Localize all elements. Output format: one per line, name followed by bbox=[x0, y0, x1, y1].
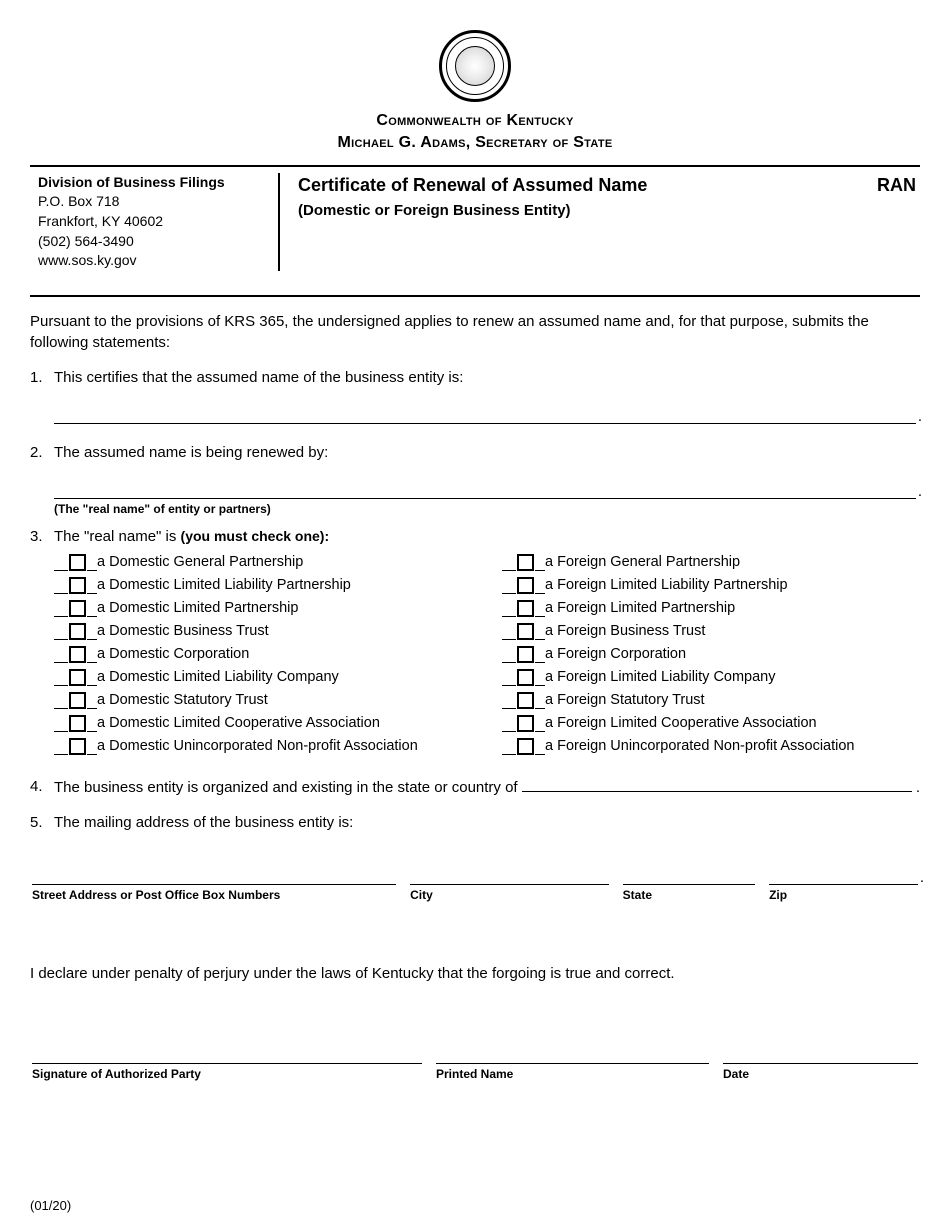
signature-label: Signature of Authorized Party bbox=[32, 1066, 422, 1083]
checkbox-label: a Foreign Statutory Trust bbox=[545, 690, 705, 710]
item-text-3: The "real name" is (you must check one): bbox=[54, 526, 920, 547]
checkbox-foreign-general-partnership[interactable] bbox=[517, 554, 534, 571]
checkbox-foreign-llp[interactable] bbox=[517, 577, 534, 594]
item-number-2: 2. bbox=[30, 442, 54, 463]
division-phone: (502) 564-3490 bbox=[38, 232, 266, 252]
street-label: Street Address or Post Office Box Number… bbox=[32, 887, 396, 904]
commonwealth-heading: Commonwealth of Kentucky bbox=[30, 110, 920, 132]
checkbox-label: a Domestic Corporation bbox=[97, 644, 249, 664]
foreign-column: a Foreign General Partnership a Foreign … bbox=[502, 551, 920, 758]
item-text-1: This certifies that the assumed name of … bbox=[54, 367, 920, 388]
street-address-field[interactable] bbox=[32, 865, 396, 885]
declaration-text: I declare under penalty of perjury under… bbox=[30, 963, 920, 984]
checkbox-label: a Domestic Limited Partnership bbox=[97, 598, 298, 618]
item-text-3-note: (you must check one): bbox=[181, 528, 330, 544]
checkbox-label: a Domestic Statutory Trust bbox=[97, 690, 268, 710]
zip-label: Zip bbox=[769, 887, 918, 904]
checkbox-domestic-corporation[interactable] bbox=[69, 646, 86, 663]
printed-name-field[interactable] bbox=[436, 1044, 709, 1064]
checkbox-foreign-statutory-trust[interactable] bbox=[517, 692, 534, 709]
city-field[interactable] bbox=[410, 865, 609, 885]
state-seal bbox=[30, 30, 920, 102]
checkbox-label: a Domestic Limited Liability Company bbox=[97, 667, 339, 687]
checkbox-domestic-lp[interactable] bbox=[69, 600, 86, 617]
item-number-1: 1. bbox=[30, 367, 54, 388]
division-address-block: Division of Business Filings P.O. Box 71… bbox=[30, 173, 280, 271]
checkbox-foreign-corporation[interactable] bbox=[517, 646, 534, 663]
checkbox-label: a Domestic Business Trust bbox=[97, 621, 269, 641]
item-text-5: The mailing address of the business enti… bbox=[54, 812, 920, 833]
state-field[interactable] bbox=[623, 865, 755, 885]
seal-icon bbox=[439, 30, 511, 102]
city-label: City bbox=[410, 887, 609, 904]
item-text-4: The business entity is organized and exi… bbox=[54, 777, 518, 798]
checkbox-foreign-lp[interactable] bbox=[517, 600, 534, 617]
division-pobox: P.O. Box 718 bbox=[38, 192, 266, 212]
checkbox-label: a Domestic Limited Cooperative Associati… bbox=[97, 713, 380, 733]
checkbox-label: a Foreign Limited Cooperative Associatio… bbox=[545, 713, 817, 733]
checkbox-label: a Foreign Limited Liability Company bbox=[545, 667, 776, 687]
checkbox-foreign-business-trust[interactable] bbox=[517, 623, 534, 640]
checkbox-label: a Foreign Unincorporated Non-profit Asso… bbox=[545, 736, 855, 756]
checkbox-domestic-business-trust[interactable] bbox=[69, 623, 86, 640]
checkbox-label: a Foreign Limited Liability Partnership bbox=[545, 575, 788, 595]
checkbox-domestic-general-partnership[interactable] bbox=[69, 554, 86, 571]
division-web: www.sos.ky.gov bbox=[38, 251, 266, 271]
form-code: RAN bbox=[877, 173, 920, 198]
checkbox-foreign-unincorporated[interactable] bbox=[517, 738, 534, 755]
item-text-2: The assumed name is being renewed by: bbox=[54, 442, 920, 463]
checkbox-foreign-lca[interactable] bbox=[517, 715, 534, 732]
division-title: Division of Business Filings bbox=[38, 173, 266, 193]
renewed-by-field[interactable] bbox=[54, 477, 916, 499]
item-number-5: 5. bbox=[30, 812, 54, 833]
form-title: Certificate of Renewal of Assumed Name bbox=[298, 173, 647, 198]
checkbox-label: a Domestic Limited Liability Partnership bbox=[97, 575, 351, 595]
date-field[interactable] bbox=[723, 1044, 918, 1064]
intro-paragraph: Pursuant to the provisions of KRS 365, t… bbox=[30, 311, 920, 353]
assumed-name-field[interactable] bbox=[54, 402, 916, 424]
secretary-heading: Michael G. Adams, Secretary of State bbox=[30, 132, 920, 154]
state-country-field[interactable] bbox=[522, 776, 912, 792]
state-label: State bbox=[623, 887, 755, 904]
checkbox-domestic-llc[interactable] bbox=[69, 669, 86, 686]
checkbox-domestic-statutory-trust[interactable] bbox=[69, 692, 86, 709]
checkbox-label: a Foreign General Partnership bbox=[545, 552, 740, 572]
zip-field[interactable] bbox=[769, 865, 918, 885]
domestic-column: a Domestic General Partnership a Domesti… bbox=[54, 551, 472, 758]
item-number-4: 4. bbox=[30, 776, 54, 798]
item-text-3-prefix: The "real name" is bbox=[54, 528, 181, 545]
form-subtitle: (Domestic or Foreign Business Entity) bbox=[298, 200, 647, 221]
date-label: Date bbox=[723, 1066, 918, 1083]
printed-name-label: Printed Name bbox=[436, 1066, 709, 1083]
revision-date: (01/20) bbox=[30, 1197, 71, 1215]
checkbox-domestic-unincorporated[interactable] bbox=[69, 738, 86, 755]
checkbox-domestic-lca[interactable] bbox=[69, 715, 86, 732]
checkbox-label: a Domestic General Partnership bbox=[97, 552, 303, 572]
checkbox-label: a Domestic Unincorporated Non-profit Ass… bbox=[97, 736, 418, 756]
checkbox-label: a Foreign Corporation bbox=[545, 644, 686, 664]
checkbox-label: a Foreign Limited Partnership bbox=[545, 598, 735, 618]
item-number-3: 3. bbox=[30, 526, 54, 547]
real-name-caption: (The "real name" of entity or partners) bbox=[54, 501, 920, 518]
signature-field[interactable] bbox=[32, 1044, 422, 1064]
division-citystate: Frankfort, KY 40602 bbox=[38, 212, 266, 232]
checkbox-label: a Foreign Business Trust bbox=[545, 621, 705, 641]
checkbox-domestic-llp[interactable] bbox=[69, 577, 86, 594]
checkbox-foreign-llc[interactable] bbox=[517, 669, 534, 686]
